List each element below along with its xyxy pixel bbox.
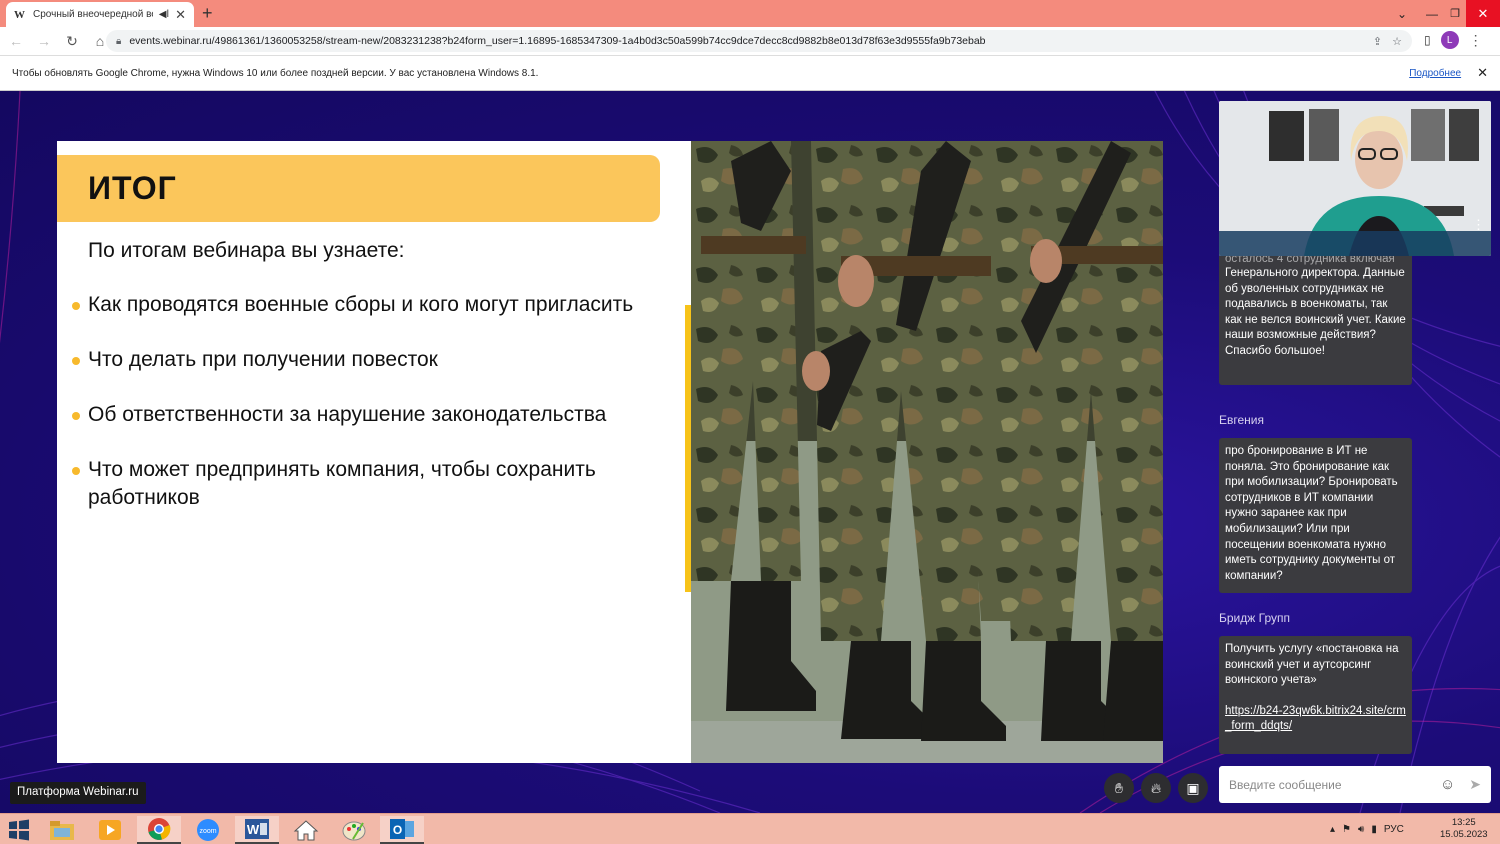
show-hidden-icons-icon[interactable]: ▴ (1330, 824, 1335, 835)
slide-bullet: Что делать при получении повесток (72, 346, 668, 374)
webinar-stage: ИТОГ По итогам вебинара вы узнаете: Как … (0, 91, 1500, 813)
webinar-favicon: W (14, 8, 25, 21)
send-icon[interactable]: ➤ (1469, 776, 1481, 793)
slide-bullet: Что может предпринять компания, чтобы со… (72, 456, 668, 512)
windows-start-icon[interactable] (8, 819, 30, 841)
emoji-icon[interactable]: ☺ (1440, 776, 1455, 793)
video-menu-icon[interactable]: ⋮ (1472, 218, 1485, 231)
window-close-button[interactable]: ✕ (1466, 0, 1500, 27)
chat-panel: осталось 4 сотрудника включая Генерально… (1219, 256, 1491, 761)
windows-taskbar: zoom W O ▴ ⚑ 🔊︎ ▮ РУС 13:25 15.05.2023 (0, 813, 1500, 844)
tab-title: Срочный внеочередной ве (33, 9, 153, 20)
chat-message: про бронирование в ИТ не поняла. Это бро… (1219, 438, 1412, 593)
window-minimize-button[interactable]: — (1420, 0, 1444, 27)
chat-message: осталось 4 сотрудника включая Генерально… (1219, 256, 1412, 385)
url-text[interactable]: events.webinar.ru/49861361/1360053258/st… (129, 35, 1363, 47)
home-icon[interactable] (284, 816, 328, 844)
word-label: W (247, 822, 260, 837)
slide-title-bar: ИТОГ (57, 155, 660, 222)
browser-tab-strip: W Срочный внеочередной ве ◀ǀ ✕ + ⌄ — ❐ ✕ (0, 0, 1500, 27)
presentation-slide: ИТОГ По итогам вебинара вы узнаете: Как … (57, 141, 1163, 763)
file-explorer-icon[interactable] (40, 816, 84, 844)
word-icon[interactable]: W (235, 816, 279, 844)
media-player-icon[interactable] (88, 816, 132, 844)
slide-subtitle: По итогам вебинара вы узнаете: (88, 239, 405, 262)
chat-message-text: про бронирование в ИТ не поняла. Это бро… (1225, 445, 1398, 582)
browser-toolbar: ← → ↻ ⌂ 🔒︎ events.webinar.ru/49861361/13… (0, 27, 1500, 55)
new-tab-button[interactable]: + (202, 3, 213, 24)
volume-icon[interactable]: 🔊︎ (1358, 824, 1364, 835)
chat-author: Евгения (1219, 413, 1264, 427)
side-panel-icon[interactable]: ▯ (1424, 33, 1431, 47)
chat-message-spacer (1225, 689, 1406, 704)
browser-tab[interactable]: W Срочный внеочередной ве ◀ǀ ✕ (6, 2, 194, 27)
chat-message-text-partial: осталось 4 сотрудника включая (1225, 256, 1395, 265)
infobar-more-link[interactable]: Подробнее (1409, 68, 1461, 79)
slide-bullet-list: Как проводятся военные сборы и кого могу… (72, 291, 668, 539)
language-indicator[interactable]: РУС (1384, 824, 1404, 835)
tab-close-icon[interactable]: ✕ (175, 7, 186, 23)
infobar-message: Чтобы обновлять Google Chrome, нужна Win… (12, 67, 539, 79)
chat-input-box[interactable]: Введите сообщение ☺ ➤ (1219, 766, 1491, 803)
clock-time: 13:25 (1451, 817, 1476, 828)
slide-title: ИТОГ (88, 170, 177, 206)
forward-arrow-icon[interactable]: → (32, 33, 56, 49)
chat-message-text: Получить услугу «постановка на воинский … (1225, 643, 1399, 687)
slide-bullet: Об ответственности за нарушение законода… (72, 401, 668, 429)
system-tray: ▴ ⚑ 🔊︎ ▮ РУС (1330, 814, 1404, 844)
address-bar[interactable]: 🔒︎ events.webinar.ru/49861361/1360053258… (106, 30, 1412, 52)
taskbar-clock[interactable]: 13:25 15.05.2023 (1440, 817, 1488, 841)
lock-icon[interactable]: 🔒︎ (116, 36, 121, 47)
back-arrow-icon[interactable]: ← (4, 33, 28, 49)
chat-message-text: Генерального директора. Данные об уволен… (1225, 267, 1406, 357)
speaker-icon[interactable]: ◀ǀ (159, 9, 169, 20)
soldiers-photo (691, 141, 1163, 763)
clock-date: 15.05.2023 (1440, 829, 1488, 840)
profile-avatar[interactable]: L (1440, 31, 1459, 49)
reload-icon[interactable]: ↻ (60, 33, 84, 50)
raise-hand-icon[interactable]: ✋︎ (1104, 773, 1134, 803)
window-restore-button[interactable]: ❐ (1444, 0, 1466, 27)
paint-icon[interactable] (332, 816, 376, 844)
chat-message-link[interactable]: https://b24-23qw6k.bitrix24.site/crm_for… (1225, 704, 1406, 735)
picture-in-picture-icon[interactable]: ▣ (1178, 773, 1208, 803)
outlook-label: O (393, 823, 402, 837)
network-icon[interactable]: ▮ (1371, 824, 1377, 835)
slide-bullet: Как проводятся военные сборы и кого могу… (72, 291, 668, 319)
presenter-video-frame (1219, 101, 1491, 256)
zoom-label: zoom (199, 828, 216, 835)
zoom-icon[interactable]: zoom (186, 816, 230, 844)
presenter-video[interactable]: ⋮ (1219, 101, 1491, 256)
chrome-icon[interactable] (137, 816, 181, 844)
share-icon[interactable]: ⇪ (1373, 35, 1382, 48)
chat-message: Получить услугу «постановка на воинский … (1219, 636, 1412, 754)
infobar-close-icon[interactable]: ✕ (1477, 65, 1488, 81)
bookmark-star-icon[interactable]: ☆ (1392, 35, 1402, 48)
chat-author: Бридж Групп (1219, 611, 1290, 625)
flag-icon[interactable]: ⚑ (1342, 824, 1351, 835)
platform-brand-label: Платформа Webinar.ru (10, 782, 146, 804)
chat-input[interactable]: Введите сообщение (1229, 778, 1440, 792)
tab-search-chevron-icon[interactable]: ⌄ (1392, 0, 1412, 27)
outlook-icon[interactable]: O (380, 816, 424, 844)
chrome-menu-icon[interactable]: ⋮ (1469, 32, 1483, 49)
fire-icon[interactable]: 🔥︎ (1141, 773, 1171, 803)
update-infobar: Чтобы обновлять Google Chrome, нужна Win… (0, 55, 1500, 91)
